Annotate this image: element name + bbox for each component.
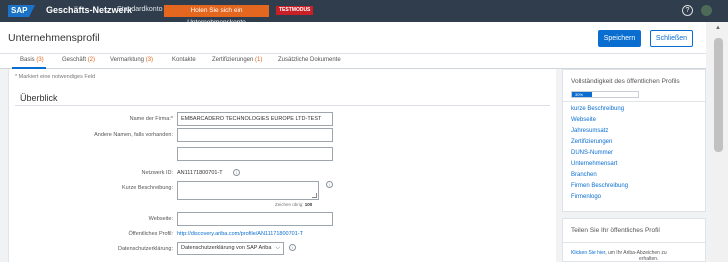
tab-label: Vermarktung	[110, 57, 145, 63]
scrollbar-thumb[interactable]	[714, 38, 723, 152]
privacy-policy-value: Datenschutzerklärung von SAP Ariba	[181, 245, 272, 251]
public-profile-link[interactable]: http://discovery.ariba.com/profile/AN111…	[177, 231, 303, 237]
tab-geschaeft[interactable]: Geschäft (2)	[62, 57, 95, 63]
characters-left: Zeichen übrig: 100	[275, 202, 312, 207]
sidebar-link-duns-number[interactable]: DUNS-Nummer	[571, 150, 613, 156]
section-title: Überblick	[20, 93, 58, 103]
share-profile-title: Teilen Sie Ihr öffentliches Profil	[571, 227, 660, 234]
overview-form: * Markiert eine notwendiges Feld Überbli…	[8, 69, 556, 262]
chevron-down-icon: ⌵	[275, 245, 280, 251]
company-name-input[interactable]: EMBARCADERO TECHNOLOGIES EUROPE LTD-TEST	[177, 112, 333, 126]
tab-label: Geschäft	[62, 57, 87, 63]
profile-tabs: Basis (3) Geschäft (2) Vermarktung (3) K…	[0, 54, 706, 69]
network-id-value: AN11171800701-T	[177, 170, 223, 176]
sidebar-link-annual-revenue[interactable]: Jahresumsatz	[571, 128, 608, 134]
sidebar-link-company-description[interactable]: Firmen Beschreibung	[571, 183, 628, 189]
tab-vermarktung[interactable]: Vermarktung (3)	[110, 57, 153, 63]
tab-count: (2)	[87, 57, 96, 63]
resize-grip-icon[interactable]	[312, 193, 317, 198]
characters-left-value: 100	[304, 202, 313, 207]
required-field-note: * Markiert eine notwendiges Feld	[15, 74, 96, 80]
standard-account-label: Standardkonto	[117, 6, 163, 13]
chevron-down-icon[interactable]: ⌄	[104, 5, 111, 14]
share-profile-link[interactable]: Klicken Sie hier	[571, 250, 605, 256]
info-icon[interactable]: i	[289, 244, 296, 251]
tab-label: Zertifizierungen	[212, 57, 254, 63]
completeness-progress-bar: 30%	[571, 91, 639, 98]
share-profile-card: Teilen Sie Ihr öffentliches Profil Klick…	[562, 218, 706, 262]
network-id-label: Netzwerk ID:	[141, 170, 173, 176]
card-divider	[563, 101, 705, 102]
sidebar-link-certifications[interactable]: Zertifizierungen	[571, 139, 612, 145]
info-icon[interactable]: i	[233, 169, 240, 176]
top-bar: SAP Geschäfts-Netzwerk ⌄ Standardkonto H…	[0, 0, 728, 26]
tab-count: (3)	[36, 57, 44, 63]
profile-completeness-card: Vollständigkeit des öffentlichen Profils…	[562, 69, 706, 212]
info-icon[interactable]: i	[326, 181, 333, 188]
privacy-policy-select[interactable]: Datenschutzerklärung von SAP Ariba ⌵	[177, 242, 284, 255]
save-button[interactable]: Speichern	[598, 30, 641, 47]
sidebar-link-company-logo[interactable]: Firmenlogo	[571, 194, 601, 200]
sidebar-link-short-description[interactable]: kurze Beschreibung	[571, 106, 624, 112]
tab-count: (1)	[255, 57, 263, 63]
page-header: Unternehmensprofil Speichern Schließen	[0, 22, 706, 54]
public-profile-label: Öffentliches Profil:	[128, 231, 173, 237]
scroll-up-arrow-icon[interactable]: ▲	[715, 25, 721, 31]
user-avatar-icon[interactable]	[701, 5, 712, 16]
company-name-label: Name der Firma:*	[129, 116, 173, 122]
tab-kontakte[interactable]: Kontakte	[172, 57, 196, 63]
help-icon[interactable]: ?	[682, 5, 693, 16]
card-divider	[563, 242, 705, 243]
progress-label: 30%	[575, 92, 584, 97]
website-input[interactable]	[177, 212, 333, 226]
page-title: Unternehmensprofil	[8, 32, 100, 44]
get-enterprise-account-button[interactable]: Holen Sie sich ein Unternehmenskonto	[164, 5, 269, 26]
tab-label: Basis	[20, 57, 35, 63]
short-description-textarea[interactable]	[177, 181, 319, 200]
section-divider	[15, 105, 550, 106]
tab-basis[interactable]: Basis (3)	[20, 57, 44, 63]
short-description-label: Kurze Beschreibung:	[121, 185, 173, 191]
completeness-title: Vollständigkeit des öffentlichen Profils	[571, 78, 680, 85]
sidebar-link-website[interactable]: Webseite	[571, 117, 596, 123]
sap-logo[interactable]: SAP	[8, 5, 35, 17]
other-names-input-2[interactable]	[177, 147, 333, 161]
other-names-input-1[interactable]	[177, 128, 333, 142]
close-button[interactable]: Schließen	[650, 30, 693, 47]
other-names-label: Andere Namen, falls vorhanden:	[94, 132, 173, 138]
tab-label: Zusätzliche Dokumente	[278, 57, 341, 63]
sidebar-link-industries[interactable]: Branchen	[571, 172, 597, 178]
tab-zusaetzliche-dokumente[interactable]: Zusätzliche Dokumente	[278, 57, 341, 63]
privacy-policy-label: Datenschutzerklärung:	[117, 246, 173, 252]
tab-label: Kontakte	[172, 57, 196, 63]
sidebar-link-company-type[interactable]: Unternehmensart	[571, 161, 617, 167]
website-label: Webseite:	[148, 216, 173, 222]
characters-left-label: Zeichen übrig:	[275, 202, 304, 207]
test-mode-badge: TESTMODUS	[276, 6, 314, 15]
share-profile-text-line2: erhalten.	[639, 256, 659, 262]
page-scrollbar[interactable]: ▲	[710, 22, 728, 262]
tab-zertifizierungen[interactable]: Zertifizierungen (1)	[212, 57, 262, 63]
tab-count: (3)	[145, 57, 154, 63]
